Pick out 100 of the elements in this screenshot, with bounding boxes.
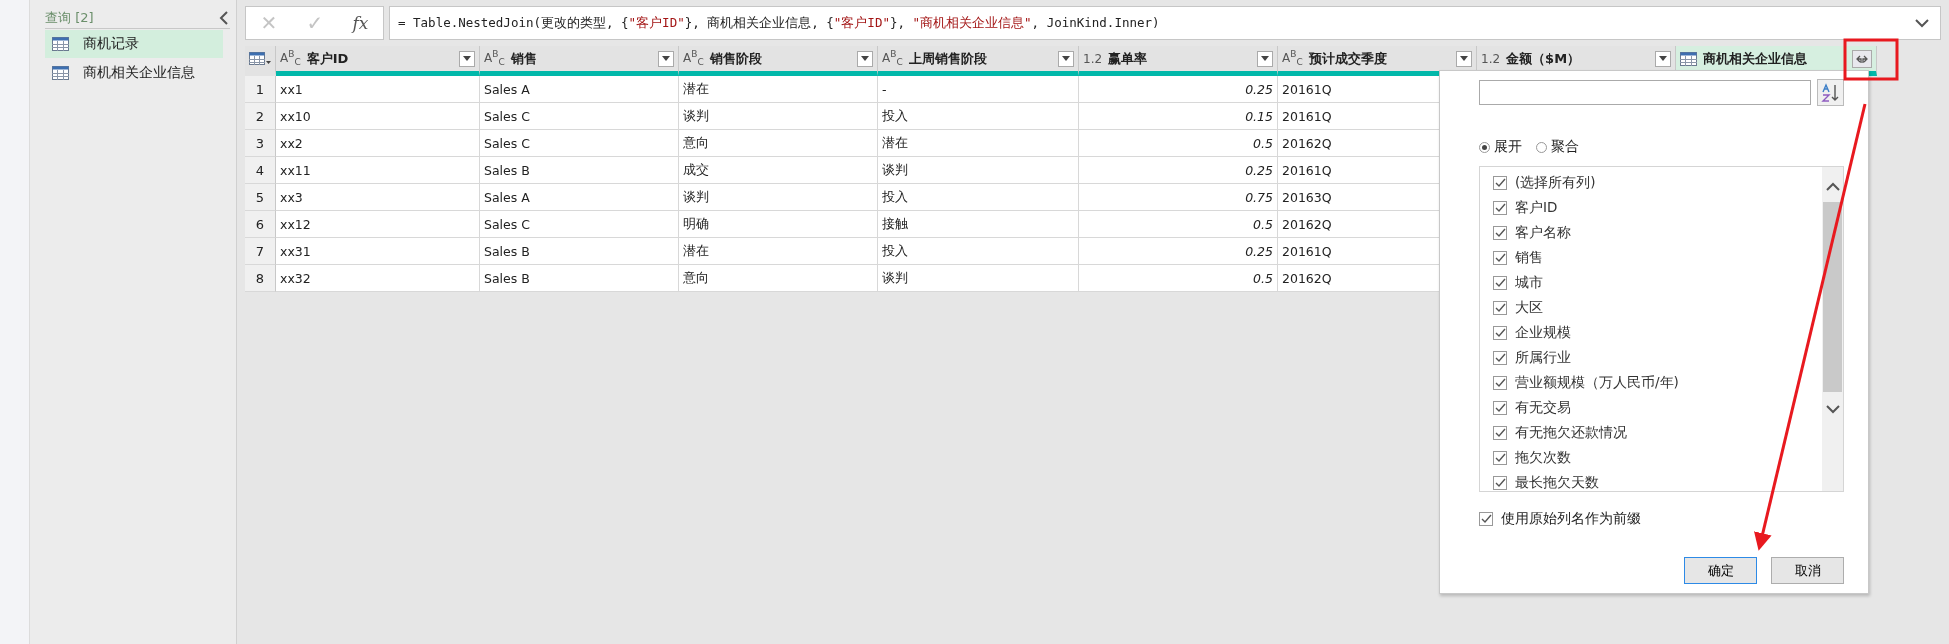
table-cell: Sales B [480,265,679,292]
type-label[interactable]: 1.2 [1083,51,1103,66]
sort-icon [1820,82,1841,103]
table-cell: xx12 [276,211,480,238]
caret-icon [1261,56,1269,61]
checkbox[interactable] [1493,400,1507,415]
checkbox[interactable] [1493,450,1507,465]
ok-button[interactable]: 确定 [1684,557,1757,584]
annotation-frame [1843,38,1899,81]
table-cell: 潜在 [679,238,878,265]
column-option[interactable]: 所属行业 [1493,345,1822,370]
checkbox[interactable] [1493,425,1507,440]
search-field[interactable] [1479,80,1811,105]
column-name: 金额（$M） [1506,49,1582,68]
filter-button[interactable] [459,50,475,67]
table-cell: xx10 [276,103,480,130]
table-cell: Sales C [480,103,679,130]
table-cell: 0.5 [1079,211,1278,238]
table-cell: 0.25 [1079,76,1278,103]
table-cell: xx3 [276,184,480,211]
table-cell: 0.25 [1079,238,1278,265]
table-cell: 接触 [878,211,1079,238]
table-cell: 意向 [679,130,878,157]
column-option[interactable]: 销售 [1493,245,1822,270]
column-option[interactable]: 最长拖欠天数 [1493,470,1822,491]
row-number: 2 [245,103,276,130]
checkbox[interactable] [1493,475,1507,490]
insert-function-button[interactable]: fx [348,13,373,33]
radio-option[interactable]: 展开 [1479,138,1522,156]
table-cell: 成交 [679,157,878,184]
column-option[interactable]: 有无交易 [1493,395,1822,420]
column-option[interactable]: 营业额规模（万人民币/年) [1493,370,1822,395]
checkbox[interactable] [1493,250,1507,265]
table-cell: 投入 [878,184,1079,211]
type-label[interactable]: 1.2 [1481,51,1501,66]
column-option[interactable]: 城市 [1493,270,1822,295]
checkbox[interactable] [1493,200,1507,215]
cancel-button[interactable]: 取消 [1771,557,1844,584]
row-number: 7 [245,238,276,265]
checkbox[interactable] [1493,325,1507,340]
checkbox[interactable] [1493,375,1507,390]
table-cell: 潜在 [878,130,1079,157]
expand-column-button[interactable] [1852,49,1872,68]
caret-icon [662,56,670,61]
table-cell: 谈判 [679,184,878,211]
collapse-icon[interactable] [218,11,230,25]
row-number: 6 [245,211,276,238]
filter-button[interactable] [1456,50,1472,67]
table-icon [52,37,69,51]
table-cell: xx1 [276,76,480,103]
checkbox[interactable] [1479,512,1493,526]
table-cell: xx31 [276,238,480,265]
scroll-down-icon[interactable] [1825,404,1840,414]
column-option[interactable]: 大区 [1493,295,1822,320]
radio-option[interactable]: 聚合 [1536,138,1579,156]
expand-icon[interactable] [1914,18,1930,28]
caret-icon [1460,56,1468,61]
table-cell: Sales A [480,76,679,103]
table-cell: xx11 [276,157,480,184]
table-cell: 0.5 [1079,130,1278,157]
formula-field[interactable]: = Table.NestedJoin(更改的类型, {"客户ID"}, 商机相关企业信息, {"客户ID"}, "商机相关企业信息", JoinKind.Inner) [389,6,1941,40]
table-cell: xx2 [276,130,480,157]
column-name: 商机相关企业信息 [1703,49,1808,68]
table-menu-icon [249,51,271,66]
column-name: 客户ID [306,49,350,68]
scroll-up-icon[interactable] [1825,182,1840,192]
scrollbar[interactable] [1822,167,1843,491]
row-number: 3 [245,130,276,157]
filter-button[interactable] [1655,50,1671,67]
prefix-option[interactable]: 使用原始列名作为前缀 [1479,510,1868,528]
checkbox[interactable] [1493,275,1507,290]
table-cell: Sales B [480,157,679,184]
row-number: 8 [245,265,276,292]
sort-button[interactable] [1817,79,1844,106]
filter-button[interactable] [1257,50,1273,67]
checkbox[interactable] [1493,300,1507,315]
column-option[interactable]: 客户名称 [1493,220,1822,245]
filter-button[interactable] [857,50,873,67]
column-option[interactable]: 拖欠次数 [1493,445,1822,470]
table-cell: 谈判 [679,103,878,130]
query-item[interactable]: 商机记录 [45,30,223,58]
column-option[interactable]: 有无拖欠还款情况 [1493,420,1822,445]
table-cell: 明确 [679,211,878,238]
checkbox[interactable] [1493,225,1507,240]
caret-icon [463,56,471,61]
column-option[interactable]: 客户ID [1493,195,1822,220]
scroll-thumb[interactable] [1823,202,1842,392]
column-option[interactable]: (选择所有列) [1493,170,1822,195]
filter-button[interactable] [1058,50,1074,67]
column-name: 上周销售阶段 [908,49,988,68]
table-cell: xx32 [276,265,480,292]
query-item[interactable]: 商机相关企业信息 [45,59,223,87]
checkbox[interactable] [1493,175,1507,190]
column-option[interactable]: 企业规模 [1493,320,1822,345]
column-name: 赢单率 [1108,49,1149,68]
filter-button[interactable] [658,50,674,67]
table-cell: Sales C [480,130,679,157]
checkbox[interactable] [1493,350,1507,365]
table-cell: 潜在 [679,76,878,103]
column-name: 销售 [510,49,538,68]
